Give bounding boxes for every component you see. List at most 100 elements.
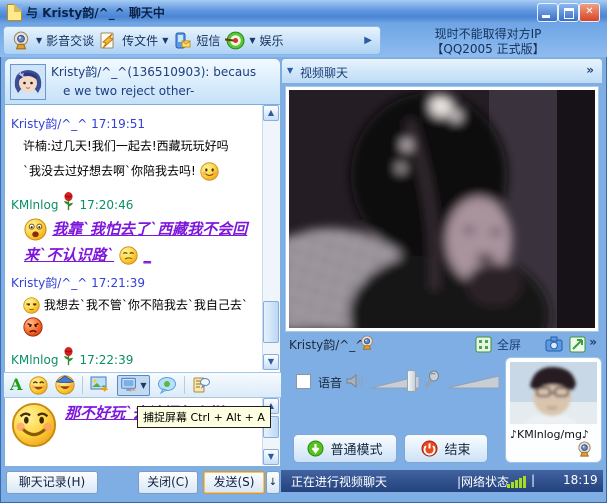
video-panel-title: 视频聊天	[300, 64, 348, 81]
toolbar-more-icon[interactable]: ▶	[364, 35, 372, 46]
signal-bars-icon	[507, 476, 527, 488]
peer-avatar[interactable]	[10, 64, 46, 100]
self-nickname: KMlnlog	[11, 353, 58, 367]
big-shy-smiley-emoticon	[11, 402, 57, 454]
sms-icon	[172, 31, 192, 51]
voice-label: 语音	[318, 374, 342, 391]
video-control-row: Kristy韵/^_^ 全屏 »	[281, 334, 603, 356]
status-text: 正在进行视频聊天	[291, 473, 387, 490]
message-time: 17:20:46	[79, 198, 133, 212]
peer-info-header: Kristy韵/^_^(136510903): becaus e we two …	[4, 58, 281, 105]
send-button[interactable]: 发送(S)	[203, 471, 265, 494]
network-status-label: |网络状态	[457, 473, 509, 490]
shy-smiley-emoticon	[23, 297, 40, 314]
message-header-peer: Kristy韵/^_^ 17:19:51	[11, 115, 259, 132]
ip-notice: 现时不能取得对方IP	[398, 27, 578, 42]
speaker-icon	[345, 372, 365, 390]
peer-signature: Kristy韵/^_^(136510903): becaus e we two …	[51, 63, 276, 101]
scroll-up-icon[interactable]: ▲	[263, 105, 279, 121]
status-bar: 正在进行视频聊天 |网络状态 | 18:19	[281, 470, 603, 492]
video-panel-header[interactable]: ▼ 视频聊天 »	[281, 58, 603, 84]
blush-smiley-emoticon	[200, 162, 219, 181]
message-header-self: KMlnlog 17:22:39	[11, 347, 259, 367]
entertainment-dropdown-icon[interactable]: ▼	[249, 36, 255, 45]
capture-tooltip: 捕捉屏幕 Ctrl + Alt + A	[137, 406, 271, 428]
message-text: `我没去过好想去啊`你陪我去吗!	[11, 161, 259, 182]
chat-log[interactable]: Kristy韵/^_^ 17:19:51 许楠:过几天!我们一起去!西藏玩玩好吗…	[4, 105, 281, 372]
clock-time: 18:19	[563, 473, 598, 487]
self-nickname: KMlnlog	[11, 198, 58, 212]
voice-controls: 语音	[281, 368, 501, 396]
status-separator: |	[531, 473, 535, 487]
peer-webcam-icon	[359, 335, 375, 351]
qq-version: 【QQ2005 正式版】	[398, 42, 578, 57]
video-chat-icon	[10, 31, 32, 51]
screen-capture-icon: ✂	[120, 377, 138, 394]
resize-video-icon[interactable]	[569, 336, 586, 353]
toolbar-sms[interactable]: 短信	[196, 32, 220, 49]
title-bar: 与 Kristy韵/^_^ 聊天中 ✕	[0, 0, 607, 24]
self-name-label: ♪KMlnlog/mg♪	[510, 428, 589, 441]
self-video-panel: ♪KMlnlog/mg♪	[505, 357, 602, 463]
send-file-dropdown-icon[interactable]: ▼	[162, 36, 168, 45]
message-text: 许楠:过几天!我们一起去!西藏玩玩好吗	[11, 136, 259, 157]
panel-more-icon[interactable]: »	[586, 63, 594, 77]
window-note-icon	[7, 4, 22, 21]
self-webcam-icon	[576, 441, 593, 458]
close-chat-button[interactable]: 关闭(C)	[138, 471, 198, 494]
chat-messages: Kristy韵/^_^ 17:19:51 许楠:过几天!我们一起去!西藏玩玩好吗…	[5, 105, 261, 372]
toolbar-video-chat[interactable]: 影音交谈	[46, 32, 94, 49]
chat-scrollbar[interactable]: ▲ ▼	[262, 105, 280, 370]
entertainment-icon	[224, 30, 245, 51]
chat-bubble-icon[interactable]	[157, 376, 177, 394]
smirk-smiley-emoticon	[119, 246, 138, 265]
svg-text:✂: ✂	[130, 385, 136, 393]
end-call-button[interactable]: 结束	[404, 434, 488, 463]
video-more-icon[interactable]: »	[589, 335, 597, 349]
peer-signature-line2: e we two reject other-	[51, 82, 276, 101]
chat-history-button[interactable]: 聊天记录(H)	[6, 471, 98, 494]
shocked-smiley-emoticon	[24, 218, 47, 241]
scroll-thumb[interactable]	[263, 301, 279, 343]
snapshot-camera-icon[interactable]	[545, 336, 563, 352]
screen-capture-button[interactable]: ✂ ▼	[117, 375, 149, 396]
message-header-peer: Kristy韵/^_^ 17:21:39	[11, 274, 259, 291]
capture-dropdown-icon[interactable]: ▼	[140, 381, 146, 390]
send-file-icon	[98, 31, 118, 51]
font-style-icon[interactable]: A	[10, 377, 22, 393]
maximize-button[interactable]	[558, 3, 579, 22]
toolbar-send-file[interactable]: 传文件	[122, 32, 158, 49]
main-toolbar: ▼ 影音交谈 传文件 ▼ 短信 ▼ 娱乐 ▶	[0, 24, 607, 57]
voice-checkbox[interactable]	[296, 374, 311, 389]
ip-version-info: 现时不能取得对方IP 【QQ2005 正式版】	[398, 27, 578, 57]
speaker-slider-thumb[interactable]	[407, 370, 416, 392]
message-text-purple: 我靠`我怕去了`西藏我不会回来`不认识路` _	[11, 216, 259, 268]
video-chat-dropdown-icon[interactable]: ▼	[36, 36, 42, 45]
mic-volume-slider[interactable]	[447, 374, 499, 389]
toolbar-entertainment[interactable]: 娱乐	[260, 32, 284, 49]
emoticon-picker-icon[interactable]	[29, 376, 48, 395]
panel-collapse-icon[interactable]: ▼	[287, 66, 293, 75]
remote-video-frame	[285, 86, 599, 332]
normal-mode-button[interactable]: 普通模式	[293, 434, 397, 463]
peer-signature-line1: Kristy韵/^_^(136510903): becaus	[51, 63, 276, 82]
angry-smiley-emoticon	[23, 317, 43, 337]
toolbar-band: ▼ 影音交谈 传文件 ▼ 短信 ▼ 娱乐 ▶	[3, 26, 381, 55]
message-header-self: KMlnlog 17:20:46	[11, 192, 259, 212]
fullscreen-label[interactable]: 全屏	[497, 336, 521, 353]
scroll-down-icon[interactable]: ▼	[263, 449, 279, 465]
normal-mode-icon	[307, 440, 324, 457]
send-options-icon[interactable]: ↓	[266, 471, 280, 494]
close-window-button[interactable]: ✕	[579, 3, 600, 22]
microphone-icon	[423, 370, 441, 390]
self-video-feed	[510, 362, 597, 424]
send-picture-icon[interactable]	[90, 376, 110, 394]
fullscreen-icon[interactable]	[475, 336, 492, 353]
end-power-icon	[421, 440, 438, 457]
scroll-down-icon[interactable]: ▼	[263, 354, 279, 370]
minimize-button[interactable]	[537, 3, 558, 22]
rose-emoticon	[62, 347, 75, 367]
qq-chat-window: 与 Kristy韵/^_^ 聊天中 ✕ ▼ 影音交谈 传文件 ▼ 短信	[0, 0, 607, 503]
message-record-icon[interactable]	[192, 376, 210, 394]
custom-emoticon-icon[interactable]	[55, 375, 75, 395]
